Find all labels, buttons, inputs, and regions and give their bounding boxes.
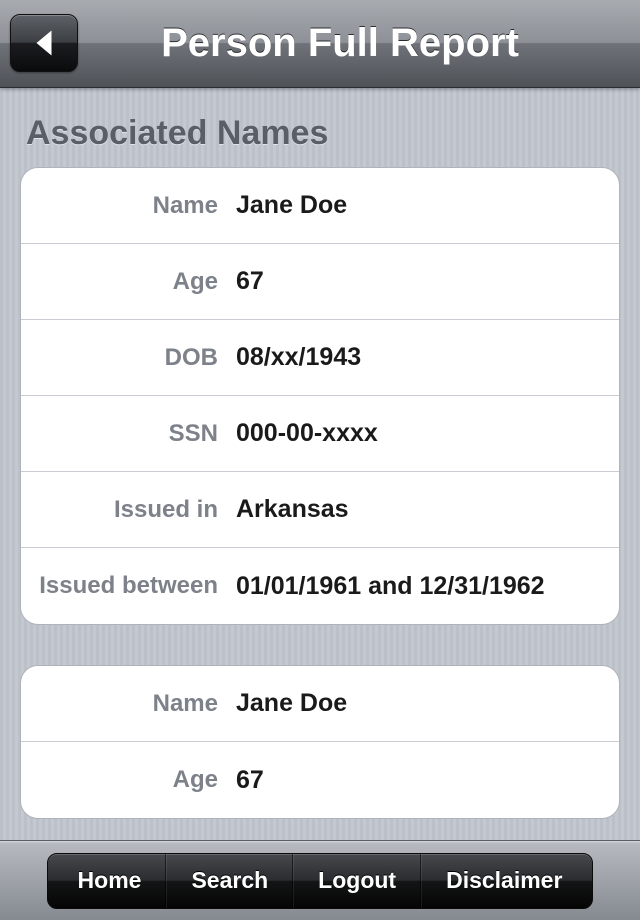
field-value-issued-in: Arkansas	[236, 495, 349, 524]
logout-button[interactable]: Logout	[293, 854, 421, 908]
field-label-name: Name	[21, 192, 236, 220]
toolbar-segment: Home Search Logout Disclaimer	[47, 853, 594, 909]
person-record-card: Name Jane Doe Age 67 DOB 08/xx/1943 SSN …	[20, 167, 620, 625]
table-row: Name Jane Doe	[21, 666, 619, 742]
field-label-age: Age	[21, 268, 236, 296]
field-label-name: Name	[21, 690, 236, 718]
navigation-bar: Person Full Report	[0, 0, 640, 88]
field-value-name: Jane Doe	[236, 689, 347, 718]
section-heading: Associated Names	[26, 114, 620, 153]
field-label-age: Age	[21, 766, 236, 794]
table-row: DOB 08/xx/1943	[21, 320, 619, 396]
page-title: Person Full Report	[0, 21, 640, 66]
bottom-toolbar: Home Search Logout Disclaimer	[0, 840, 640, 920]
back-arrow-icon	[31, 28, 57, 58]
field-value-ssn: 000-00-xxxx	[236, 419, 378, 448]
field-label-ssn: SSN	[21, 420, 236, 448]
disclaimer-button[interactable]: Disclaimer	[421, 854, 592, 908]
table-row: Issued in Arkansas	[21, 472, 619, 548]
field-value-age: 67	[236, 267, 264, 296]
field-label-dob: DOB	[21, 344, 236, 372]
main-content: Associated Names Name Jane Doe Age 67 DO…	[0, 88, 640, 840]
field-value-issued-between: 01/01/1961 and 12/31/1962	[236, 572, 545, 601]
field-value-name: Jane Doe	[236, 191, 347, 220]
field-label-issued-between: Issued between	[21, 572, 236, 600]
back-button[interactable]	[10, 14, 78, 72]
search-button[interactable]: Search	[166, 854, 293, 908]
home-button[interactable]: Home	[48, 854, 167, 908]
table-row: Name Jane Doe	[21, 168, 619, 244]
field-value-dob: 08/xx/1943	[236, 343, 361, 372]
field-value-age: 67	[236, 766, 264, 795]
field-label-issued-in: Issued in	[21, 496, 236, 524]
table-row: SSN 000-00-xxxx	[21, 396, 619, 472]
table-row: Age 67	[21, 742, 619, 818]
table-row: Issued between 01/01/1961 and 12/31/1962	[21, 548, 619, 624]
table-row: Age 67	[21, 244, 619, 320]
person-record-card: Name Jane Doe Age 67	[20, 665, 620, 819]
